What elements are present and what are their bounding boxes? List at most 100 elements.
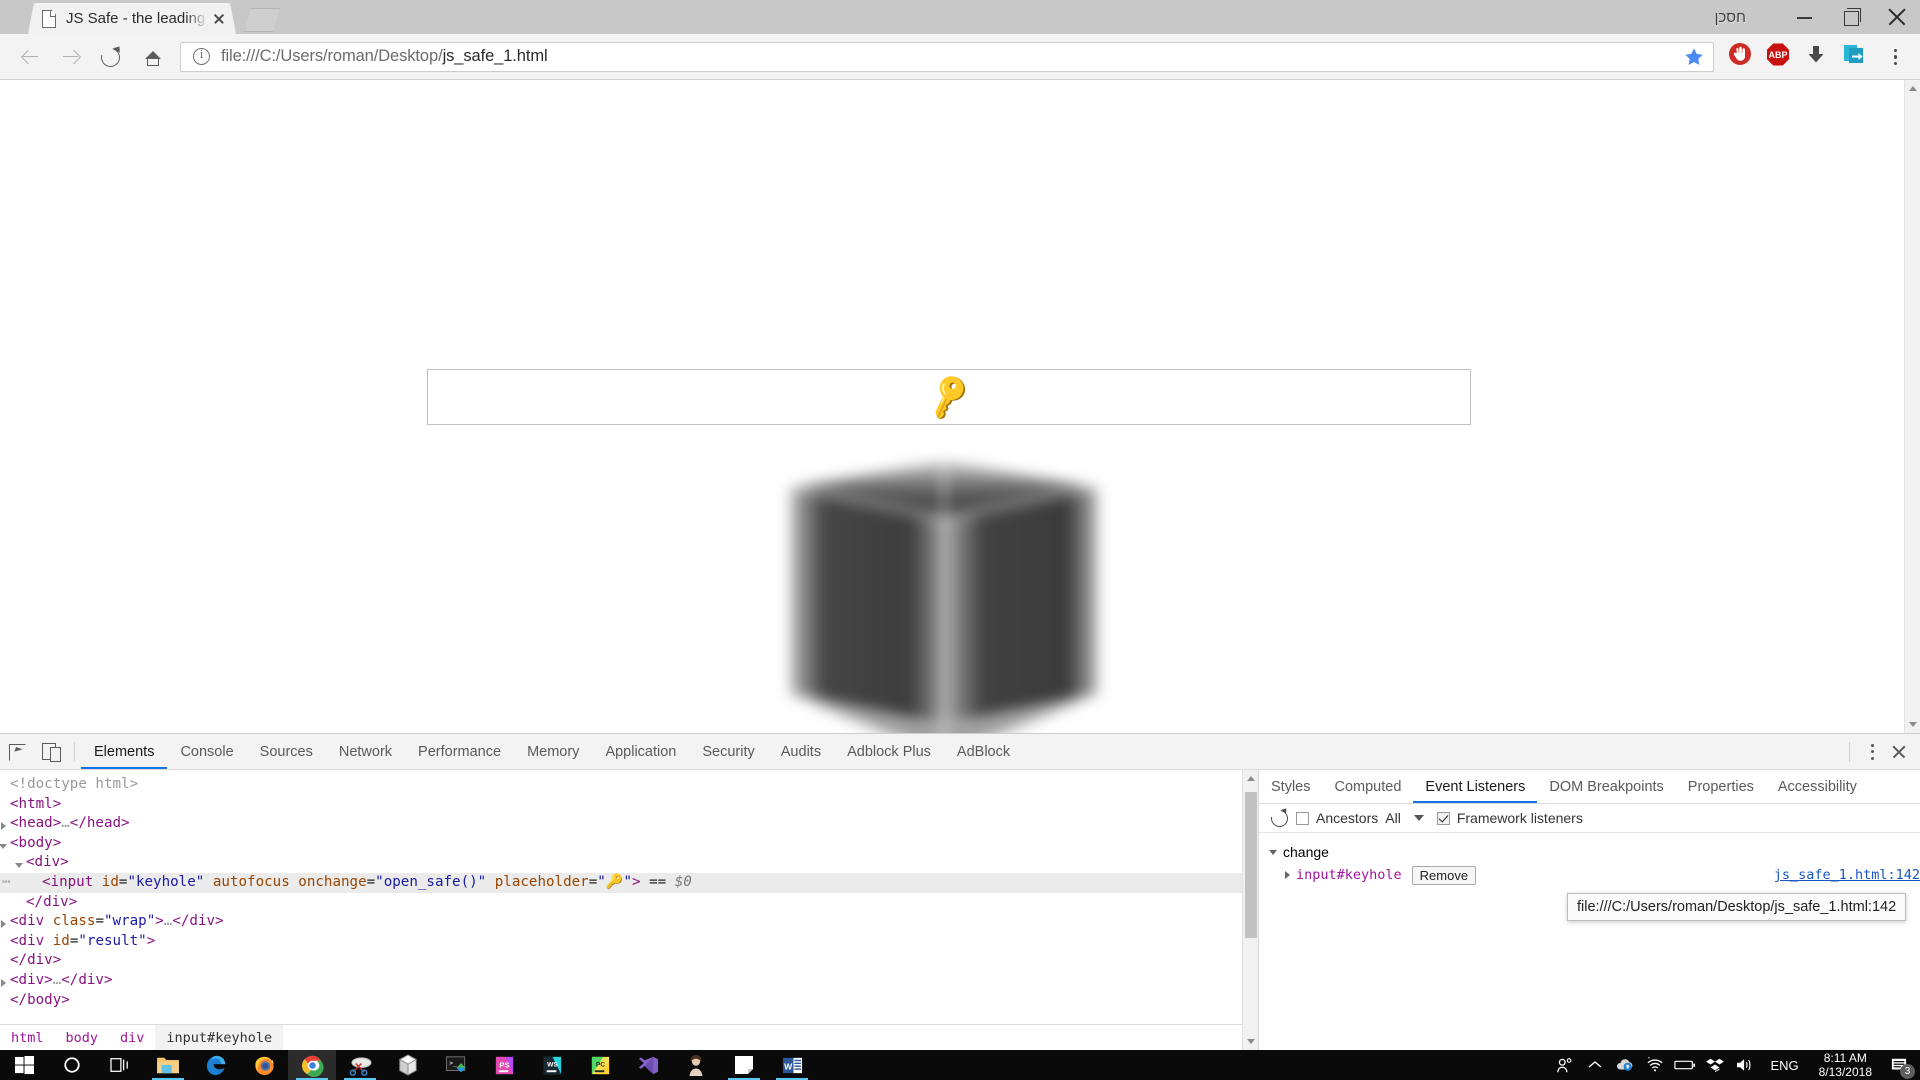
clock[interactable]: 8:11 AM 8/13/2018	[1809, 1051, 1882, 1079]
microsoft-edge[interactable]	[192, 1050, 240, 1080]
reload-icon[interactable]	[92, 39, 128, 75]
listener-row[interactable]: input#keyhole Remove js_safe_1.html:142 …	[1259, 863, 1920, 921]
close-icon[interactable]	[210, 10, 228, 28]
tab-console[interactable]: Console	[167, 734, 246, 769]
device-toolbar-icon[interactable]	[34, 734, 68, 769]
tab-adblock-plus[interactable]: Adblock Plus	[834, 734, 944, 769]
minimize-icon[interactable]	[1782, 0, 1828, 34]
dom-node[interactable]: <div>	[0, 853, 1258, 873]
cortana-button[interactable]	[48, 1050, 96, 1080]
address-bar[interactable]: file:///C:/Users/roman/Desktop/js_safe_1…	[180, 41, 1714, 72]
search-input[interactable]: 🔑	[427, 369, 1471, 425]
microsoft-word[interactable]: W	[768, 1050, 816, 1080]
dom-node[interactable]: <div id="result">	[0, 932, 1258, 952]
dom-node[interactable]: <body>	[0, 834, 1258, 854]
snipping-tool[interactable]	[336, 1050, 384, 1080]
refresh-icon[interactable]	[1269, 808, 1289, 828]
dom-node[interactable]: <!doctype html>	[0, 775, 1258, 795]
chevron-right-icon[interactable]	[1285, 871, 1290, 879]
framework-listeners-checkbox[interactable]	[1436, 811, 1450, 825]
breadcrumb-item[interactable]: input#keyhole	[155, 1025, 284, 1050]
pycharm[interactable]: PC	[576, 1050, 624, 1080]
tab-network[interactable]: Network	[326, 734, 405, 769]
dom-node-selected[interactable]: ⋯ <input id="keyhole" autofocus onchange=…	[0, 872, 1258, 893]
browser-tab[interactable]: JS Safe - the leading local	[28, 3, 236, 34]
remove-listener-button[interactable]: Remove	[1411, 865, 1477, 885]
wifi-icon[interactable]: *	[1640, 1050, 1670, 1080]
tab-memory[interactable]: Memory	[514, 734, 592, 769]
tab-audits[interactable]: Audits	[768, 734, 834, 769]
chevron-right-icon[interactable]	[0, 975, 10, 987]
page-scrollbar[interactable]	[1904, 80, 1920, 733]
dom-node[interactable]: </div>	[0, 893, 1258, 913]
firefox[interactable]	[240, 1050, 288, 1080]
tab-sources[interactable]: Sources	[247, 734, 326, 769]
chevron-right-icon[interactable]	[0, 818, 10, 831]
virtualbox[interactable]	[384, 1050, 432, 1080]
tab-performance[interactable]: Performance	[405, 734, 514, 769]
tab-properties[interactable]: Properties	[1676, 770, 1766, 803]
chevron-down-icon[interactable]	[0, 838, 10, 850]
sticky-notes[interactable]	[720, 1050, 768, 1080]
download-icon[interactable]	[1803, 41, 1835, 73]
arrow-left-icon[interactable]	[12, 39, 48, 75]
star-icon[interactable]	[1683, 46, 1705, 68]
close-icon[interactable]	[1884, 739, 1914, 765]
tab-security[interactable]: Security	[689, 734, 767, 769]
phpstorm[interactable]: PS	[480, 1050, 528, 1080]
webstorm[interactable]: WS	[528, 1050, 576, 1080]
dom-node[interactable]: <div>…</div>	[0, 971, 1258, 991]
ublock-origin-icon[interactable]	[1727, 41, 1759, 73]
onedrive-icon[interactable]	[1610, 1050, 1640, 1080]
new-tab-button[interactable]	[244, 8, 280, 32]
file-explorer[interactable]	[144, 1050, 192, 1080]
tab-computed[interactable]: Computed	[1323, 770, 1414, 803]
listener-selector[interactable]: input#keyhole	[1296, 867, 1402, 883]
scroll-down-icon[interactable]	[1905, 716, 1920, 733]
people-icon[interactable]	[1550, 1050, 1580, 1080]
tab-dom-breakpoints[interactable]: DOM Breakpoints	[1537, 770, 1675, 803]
volume-icon[interactable]	[1730, 1050, 1760, 1080]
listener-source-link[interactable]: js_safe_1.html:142	[1774, 867, 1920, 883]
dropbox-icon[interactable]	[1700, 1050, 1730, 1080]
chevron-up-icon[interactable]	[1580, 1050, 1610, 1080]
info-circle-icon[interactable]	[193, 46, 210, 65]
cmder-terminal[interactable]: >_	[432, 1050, 480, 1080]
language-indicator[interactable]: ENG	[1760, 1058, 1808, 1073]
dom-node[interactable]: </div>	[0, 951, 1258, 971]
inspect-element-icon[interactable]	[0, 734, 34, 769]
event-group-change[interactable]: change	[1259, 841, 1920, 863]
kebab-menu-icon[interactable]	[1860, 739, 1884, 765]
dom-node[interactable]: <div class="wrap">…</div>	[0, 912, 1258, 932]
task-view-button[interactable]	[96, 1050, 144, 1080]
maximize-icon[interactable]	[1828, 0, 1874, 34]
google-chrome[interactable]	[288, 1050, 336, 1080]
dom-node[interactable]: </body>	[0, 991, 1258, 1011]
breadcrumb-item[interactable]: body	[55, 1025, 110, 1050]
battery-icon[interactable]	[1670, 1050, 1700, 1080]
ancestors-checkbox[interactable]	[1296, 811, 1309, 825]
node-ellipsis-badge[interactable]: ⋯	[2, 873, 10, 893]
portrait-app[interactable]	[672, 1050, 720, 1080]
tab-event-listeners[interactable]: Event Listeners	[1413, 770, 1538, 803]
scroll-up-icon[interactable]	[1243, 770, 1259, 787]
visual-studio[interactable]	[624, 1050, 672, 1080]
chevron-down-icon[interactable]	[1413, 815, 1424, 821]
chevron-down-icon[interactable]	[14, 857, 26, 869]
scroll-up-icon[interactable]	[1905, 80, 1920, 97]
start-button[interactable]	[0, 1050, 48, 1080]
notification-icon[interactable]: 3	[1882, 1050, 1916, 1080]
arrow-right-icon[interactable]	[52, 39, 88, 75]
dom-node[interactable]: <head>…</head>	[0, 814, 1258, 834]
kebab-menu-icon[interactable]	[1880, 41, 1910, 73]
tab-adblock[interactable]: AdBlock	[944, 734, 1023, 769]
send-to-device-icon[interactable]	[1841, 41, 1873, 73]
dom-tree-scrollbar[interactable]	[1242, 770, 1258, 1050]
tab-elements[interactable]: Elements	[81, 734, 168, 769]
breadcrumb-item[interactable]: div	[109, 1025, 155, 1050]
dom-tree[interactable]: <!doctype html> <html> <head>…</head> <body…	[0, 770, 1258, 1024]
tab-accessibility[interactable]: Accessibility	[1766, 770, 1869, 803]
listener-filter-value[interactable]: All	[1385, 810, 1401, 826]
adblock-plus-icon[interactable]: ABP	[1765, 41, 1797, 73]
scroll-down-icon[interactable]	[1243, 1033, 1259, 1050]
